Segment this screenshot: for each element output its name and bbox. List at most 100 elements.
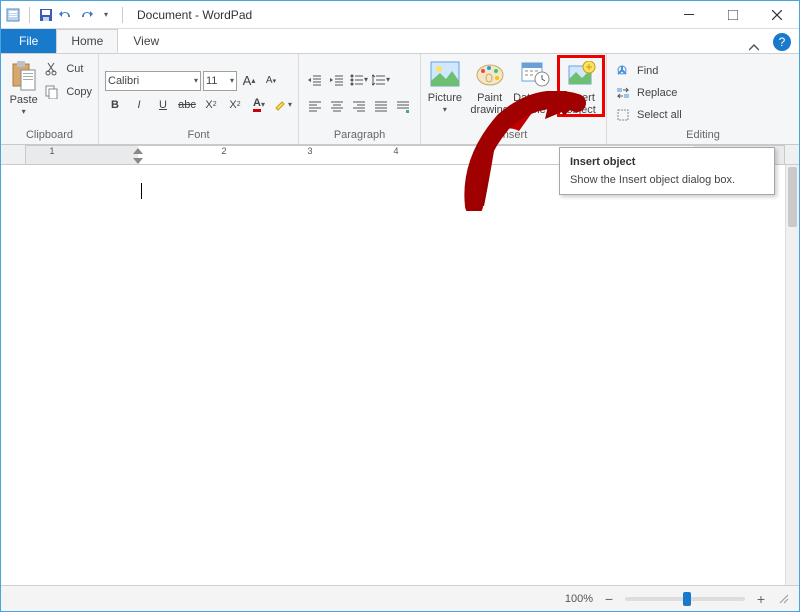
paste-label: Paste — [10, 94, 38, 106]
chevron-down-icon: ▾ — [22, 108, 26, 117]
tab-file[interactable]: File — [1, 29, 56, 53]
document-area[interactable] — [1, 165, 799, 585]
zoom-slider[interactable] — [625, 597, 745, 601]
tab-home[interactable]: Home — [56, 29, 118, 53]
line-spacing-icon — [372, 73, 386, 87]
paragraph-icon — [396, 99, 410, 113]
group-insert: Picture▾ Paint drawing Date and time Ins… — [421, 54, 607, 144]
status-bar: 100% − + — [1, 585, 799, 611]
cut-icon — [42, 59, 62, 79]
zoom-out-button[interactable]: − — [601, 591, 617, 607]
align-right-icon — [352, 99, 366, 113]
scrollbar-thumb[interactable] — [788, 167, 797, 227]
help-icon: ? — [779, 35, 786, 49]
copy-button[interactable]: Copy — [42, 81, 92, 103]
maximize-button[interactable] — [711, 1, 755, 29]
zoom-level: 100% — [565, 593, 593, 605]
ribbon-tabs: File Home View ? — [1, 29, 799, 53]
datetime-button[interactable]: Date and time — [513, 56, 559, 116]
find-button[interactable]: Find — [613, 60, 658, 82]
paint-drawing-button[interactable]: Paint drawing — [467, 56, 513, 116]
maximize-icon — [728, 10, 738, 20]
grow-font-button[interactable]: A▴ — [239, 71, 259, 91]
resize-grip-icon[interactable] — [777, 589, 791, 609]
help-button[interactable]: ? — [773, 33, 791, 51]
align-right-button[interactable] — [349, 96, 369, 116]
picture-button[interactable]: Picture▾ — [423, 56, 467, 115]
chevron-down-icon: ▾ — [230, 76, 234, 85]
paragraph-group-label: Paragraph — [299, 127, 420, 144]
justify-button[interactable] — [371, 96, 391, 116]
indent-icon — [330, 73, 344, 87]
ribbon: Paste ▾ Cut Copy Clipboard Calibri▾ 11▾ — [1, 53, 799, 145]
editing-group-label: Editing — [607, 127, 799, 144]
line-spacing-button[interactable]: ▾ — [371, 70, 391, 90]
subscript-button[interactable]: X2 — [201, 95, 221, 115]
zoom-in-button[interactable]: + — [753, 591, 769, 607]
paste-button[interactable]: Paste ▾ — [7, 58, 40, 117]
collapse-ribbon-icon[interactable] — [749, 43, 769, 53]
qat-dropdown-icon[interactable]: ▾ — [98, 7, 114, 23]
font-color-button[interactable]: A▾ — [249, 95, 269, 115]
increase-indent-button[interactable] — [327, 70, 347, 90]
paragraph-dialog-button[interactable] — [393, 96, 413, 116]
insert-object-button[interactable]: Insert object — [558, 56, 604, 116]
bold-button[interactable]: B — [105, 95, 125, 115]
group-font: Calibri▾ 11▾ A▴ A▾ B I U abc X2 X2 A▾ ▾ … — [99, 54, 299, 144]
cut-button[interactable]: Cut — [42, 58, 92, 80]
underline-button[interactable]: U — [153, 95, 173, 115]
picture-icon — [429, 58, 461, 90]
highlight-button[interactable]: ▾ — [273, 95, 293, 115]
separator — [122, 7, 123, 23]
insert-object-icon — [565, 58, 597, 90]
text-cursor — [141, 183, 142, 199]
app-icon — [5, 7, 21, 23]
group-clipboard: Paste ▾ Cut Copy Clipboard — [1, 54, 99, 144]
undo-icon[interactable] — [58, 7, 74, 23]
font-size-selector[interactable]: 11▾ — [203, 71, 237, 91]
bullets-button[interactable]: ▾ — [349, 70, 369, 90]
justify-icon — [374, 99, 388, 113]
minimize-button[interactable] — [667, 1, 711, 29]
font-color-icon: A — [253, 97, 261, 112]
italic-button[interactable]: I — [129, 95, 149, 115]
title-bar: ▾ Document - WordPad — [1, 1, 799, 29]
replace-icon — [613, 83, 633, 103]
page[interactable] — [25, 165, 785, 585]
paint-icon — [474, 58, 506, 90]
redo-icon[interactable] — [78, 7, 94, 23]
align-center-icon — [330, 99, 344, 113]
calendar-clock-icon — [519, 58, 551, 90]
font-group-label: Font — [99, 127, 298, 144]
tooltip-description: Show the Insert object dialog box. — [570, 174, 764, 186]
tab-view[interactable]: View — [118, 29, 174, 53]
font-name-selector[interactable]: Calibri▾ — [105, 71, 201, 91]
strikethrough-button[interactable]: abc — [177, 95, 197, 115]
copy-icon — [42, 82, 62, 102]
clipboard-group-label: Clipboard — [1, 127, 98, 144]
separator — [29, 7, 30, 23]
insert-group-label: Insert — [421, 127, 606, 144]
group-editing: Find Replace Select all Editing — [607, 54, 799, 144]
decrease-indent-button[interactable] — [305, 70, 325, 90]
align-left-icon — [308, 99, 322, 113]
bullets-icon — [350, 73, 364, 87]
replace-button[interactable]: Replace — [613, 82, 677, 104]
align-center-button[interactable] — [327, 96, 347, 116]
vertical-scrollbar[interactable] — [785, 165, 799, 585]
tooltip-title: Insert object — [570, 156, 764, 168]
outdent-icon — [308, 73, 322, 87]
superscript-button[interactable]: X2 — [225, 95, 245, 115]
quick-access-toolbar: ▾ — [1, 7, 131, 23]
select-all-icon — [613, 105, 633, 125]
highlight-icon — [274, 98, 288, 112]
window-title: Document - WordPad — [137, 8, 252, 22]
zoom-slider-knob[interactable] — [683, 592, 691, 606]
close-button[interactable] — [755, 1, 799, 29]
minimize-icon — [684, 10, 694, 20]
paste-icon — [8, 60, 40, 92]
select-all-button[interactable]: Select all — [613, 104, 682, 126]
save-icon[interactable] — [38, 7, 54, 23]
shrink-font-button[interactable]: A▾ — [261, 71, 281, 91]
align-left-button[interactable] — [305, 96, 325, 116]
